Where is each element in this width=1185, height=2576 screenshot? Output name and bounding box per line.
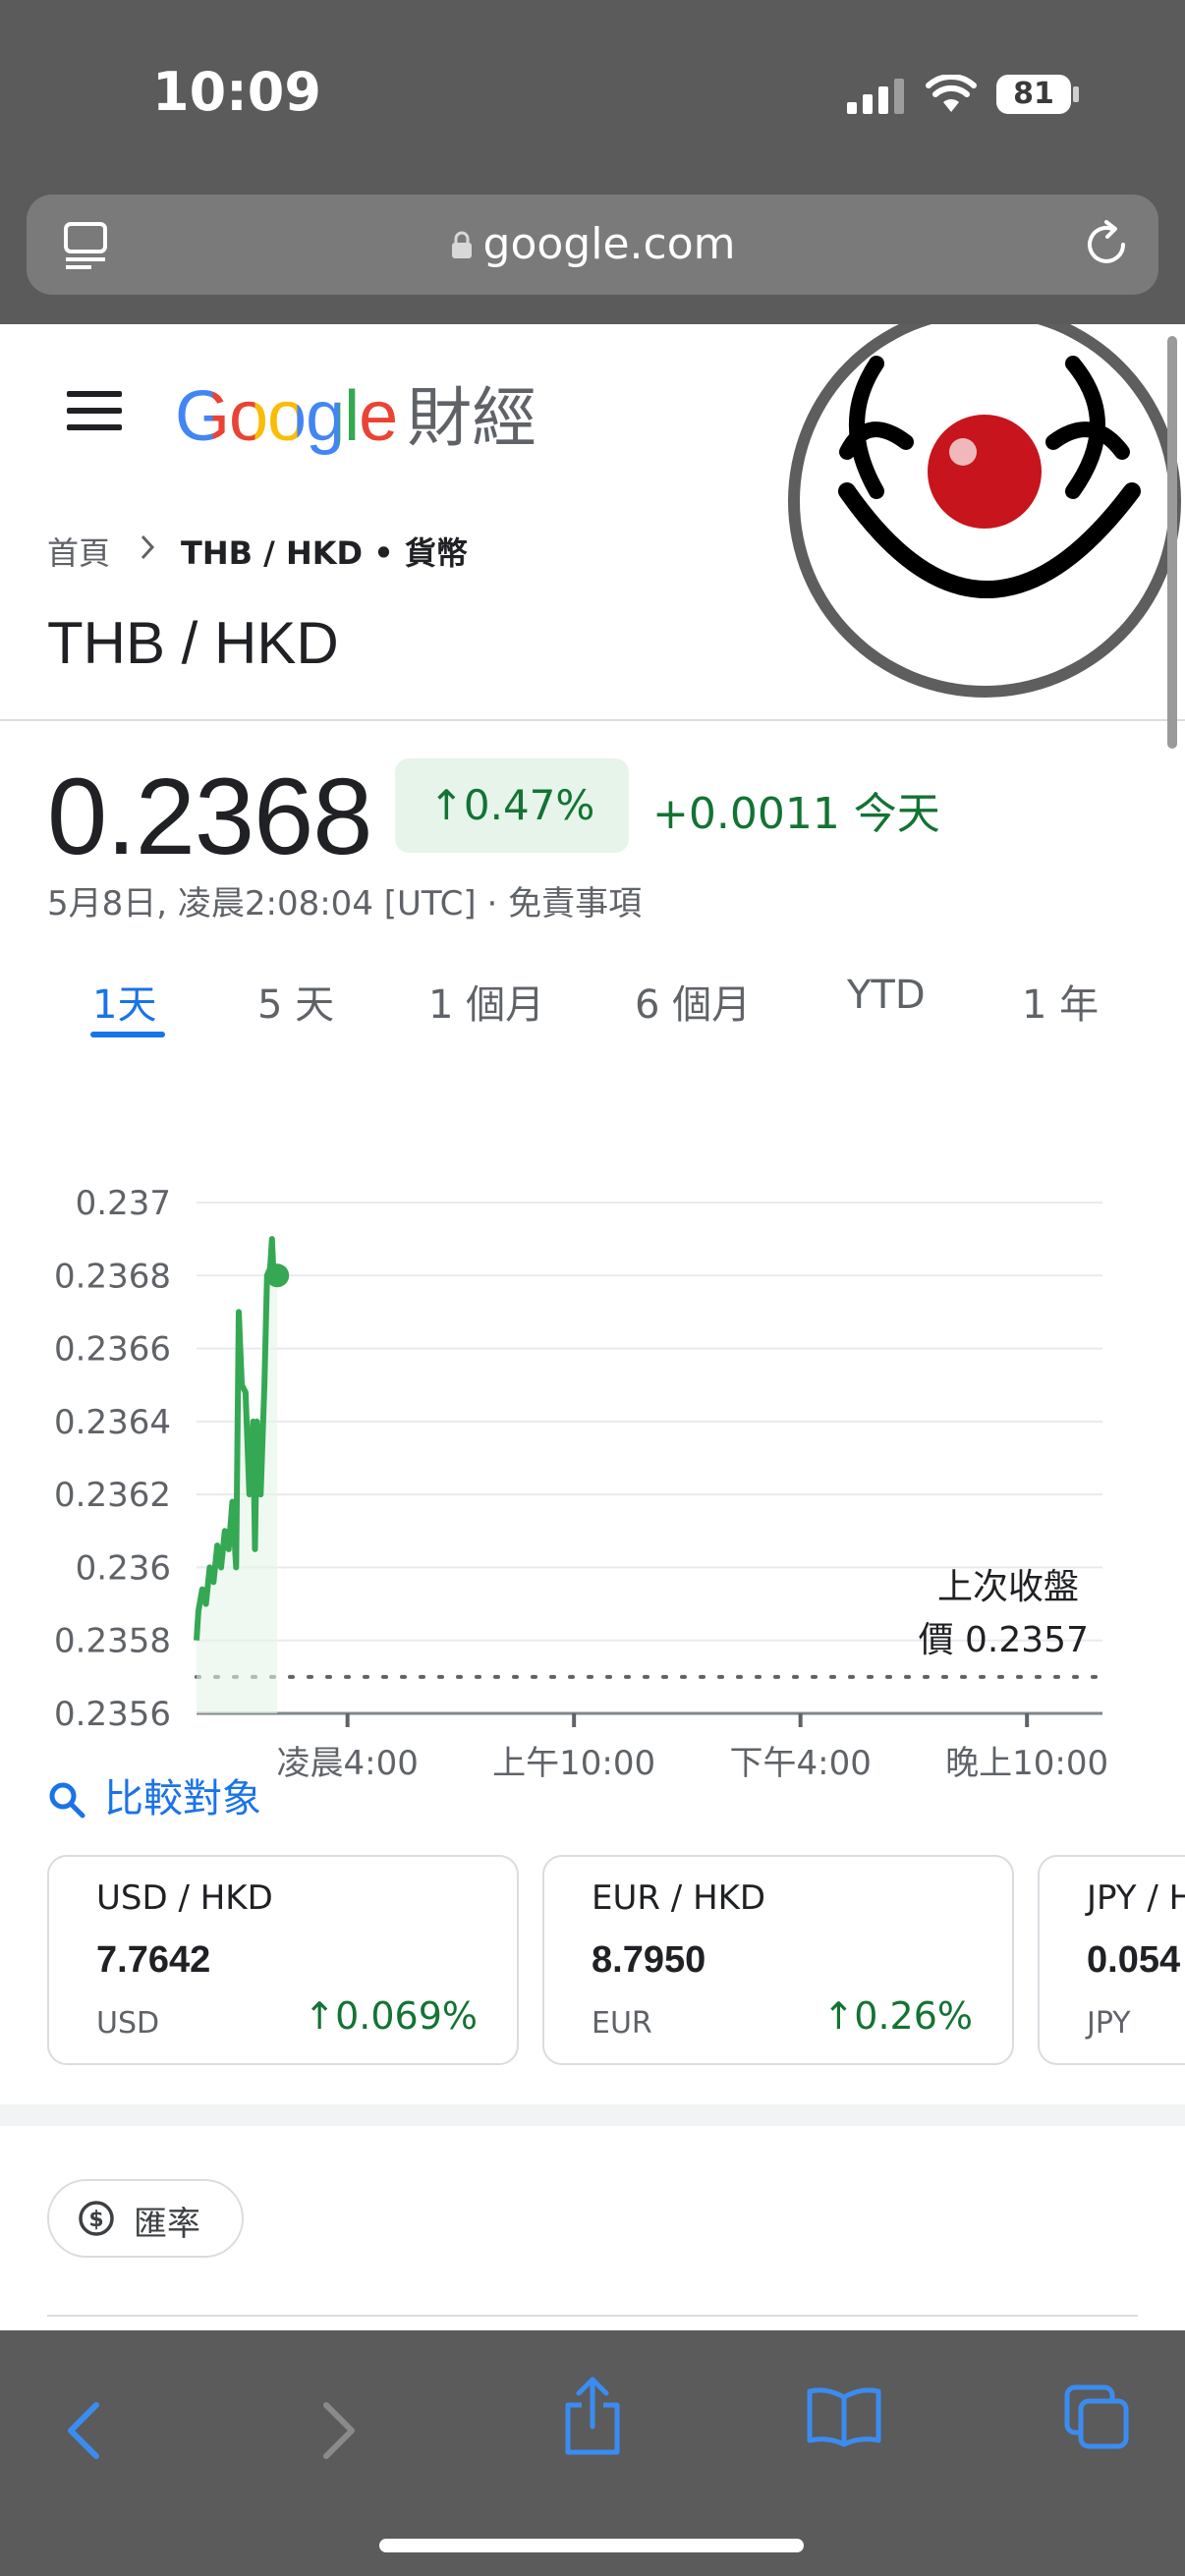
y-tick-label: 0.236	[76, 1548, 171, 1588]
y-tick-label: 0.237	[76, 1184, 171, 1223]
clown-face-sticker	[788, 324, 1181, 698]
arrow-up-icon: ↑	[304, 1994, 336, 2038]
y-tick-label: 0.2362	[54, 1476, 171, 1515]
google-finance-logo[interactable]: Google 財經	[175, 365, 536, 460]
card-value: 8.7950	[592, 1939, 706, 1981]
bookmarks-icon[interactable]	[806, 2385, 882, 2448]
page-title: THB / HKD	[47, 610, 339, 676]
battery-icon: 81	[996, 75, 1071, 114]
reload-icon[interactable]	[1080, 218, 1133, 271]
compare-label: 比較對象	[104, 1776, 261, 1821]
card-currency: JPY	[1087, 2006, 1131, 2041]
x-tick-label: 凌晨4:00	[276, 1744, 418, 1783]
change-percent-badge: ↑0.47%	[395, 758, 629, 853]
card-name: USD / HKD	[96, 1878, 273, 1918]
url-domain: google.com	[482, 219, 736, 269]
card-value: 0.054	[1087, 1939, 1181, 1981]
tab-1m[interactable]: 1 個月	[428, 973, 544, 1030]
change-absolute: +0.0011 今天	[652, 789, 940, 839]
cellular-signal-icon	[847, 79, 904, 114]
y-tick-label: 0.2356	[54, 1695, 171, 1734]
quote-timestamp: 5月8日, 凌晨2:08:04 [UTC] · 免責事項	[47, 884, 643, 924]
tab-active-indicator	[90, 1032, 165, 1037]
x-tick-label: 上午10:00	[492, 1744, 655, 1783]
current-price: 0.2368	[47, 756, 372, 877]
x-tick-label: 下午4:00	[729, 1744, 871, 1783]
forward-icon[interactable]	[314, 2399, 362, 2462]
tab-ytd[interactable]: YTD	[847, 973, 926, 1018]
arrow-up-icon: ↑	[822, 1994, 855, 2038]
compare-card-usd-hkd[interactable]: USD / HKD 7.7642 USD ↑0.069%	[47, 1855, 519, 2065]
card-name: EUR / HKD	[592, 1878, 766, 1918]
compare-link[interactable]: 比較對象	[47, 1766, 261, 1823]
last-price-dot	[265, 1263, 290, 1288]
web-page: Google 財經 首頁 THB / HKD • 貨幣 THB / HKD 0.2…	[0, 324, 1185, 2330]
url-bar[interactable]: google.com	[27, 195, 1158, 295]
svg-text:$: $	[88, 2208, 103, 2232]
breadcrumb-home[interactable]: 首頁	[47, 529, 110, 574]
search-icon	[49, 1782, 85, 1819]
compare-card-jpy-hkd[interactable]: JPY / HKD 0.054 JPY	[1038, 1855, 1185, 2065]
tabs-icon[interactable]	[1061, 2381, 1132, 2452]
card-currency: USD	[96, 2006, 160, 2041]
home-indicator	[379, 2539, 804, 2552]
card-change: ↑0.26%	[822, 1994, 973, 2038]
section-divider	[0, 2104, 1185, 2126]
tab-6m[interactable]: 6 個月	[635, 973, 751, 1030]
y-tick-label: 0.2368	[54, 1257, 171, 1296]
chip-label: 匯率	[134, 2205, 200, 2244]
arrow-up-icon: ↑	[428, 781, 464, 829]
logo-suffix: 財經	[407, 380, 537, 456]
battery-tip	[1073, 86, 1079, 102]
previous-close-value: 價 0.2357	[919, 1620, 1089, 1660]
menu-icon[interactable]	[67, 391, 122, 441]
scrollbar[interactable]	[1167, 336, 1177, 749]
breadcrumb-current: THB / HKD • 貨幣	[181, 534, 468, 572]
back-icon[interactable]	[61, 2399, 108, 2462]
compare-card-eur-hkd[interactable]: EUR / HKD 8.7950 EUR ↑0.26%	[542, 1855, 1014, 2065]
y-tick-label: 0.2366	[54, 1330, 171, 1370]
card-change: ↑0.069%	[304, 1994, 478, 2038]
tab-1d[interactable]: 1天	[92, 973, 156, 1030]
tab-1y[interactable]: 1 年	[1022, 973, 1099, 1030]
divider	[47, 2315, 1138, 2317]
chevron-right-icon	[141, 534, 155, 560]
previous-close-label: 上次收盤	[937, 1567, 1079, 1607]
divider	[0, 719, 1185, 721]
status-time: 10:09	[152, 61, 321, 123]
browser-top-chrome: 10:09 81 google.com	[0, 0, 1185, 324]
wifi-icon	[926, 75, 977, 112]
card-currency: EUR	[592, 2006, 652, 2041]
exchange-rate-chip[interactable]: $ 匯率	[47, 2179, 244, 2258]
card-name: JPY / HKD	[1087, 1878, 1185, 1918]
share-icon[interactable]	[560, 2374, 625, 2458]
tab-5d[interactable]: 5 天	[257, 973, 334, 1030]
logo-text: Google	[175, 377, 398, 456]
y-tick-label: 0.2364	[54, 1403, 171, 1442]
dollar-icon: $	[79, 2201, 114, 2236]
battery-level: 81	[1013, 77, 1054, 111]
card-value: 7.7642	[96, 1939, 211, 1981]
y-tick-label: 0.2358	[54, 1622, 171, 1661]
lock-icon	[451, 231, 472, 258]
x-tick-label: 晚上10:00	[945, 1744, 1108, 1783]
url-text[interactable]: google.com	[27, 195, 1158, 295]
